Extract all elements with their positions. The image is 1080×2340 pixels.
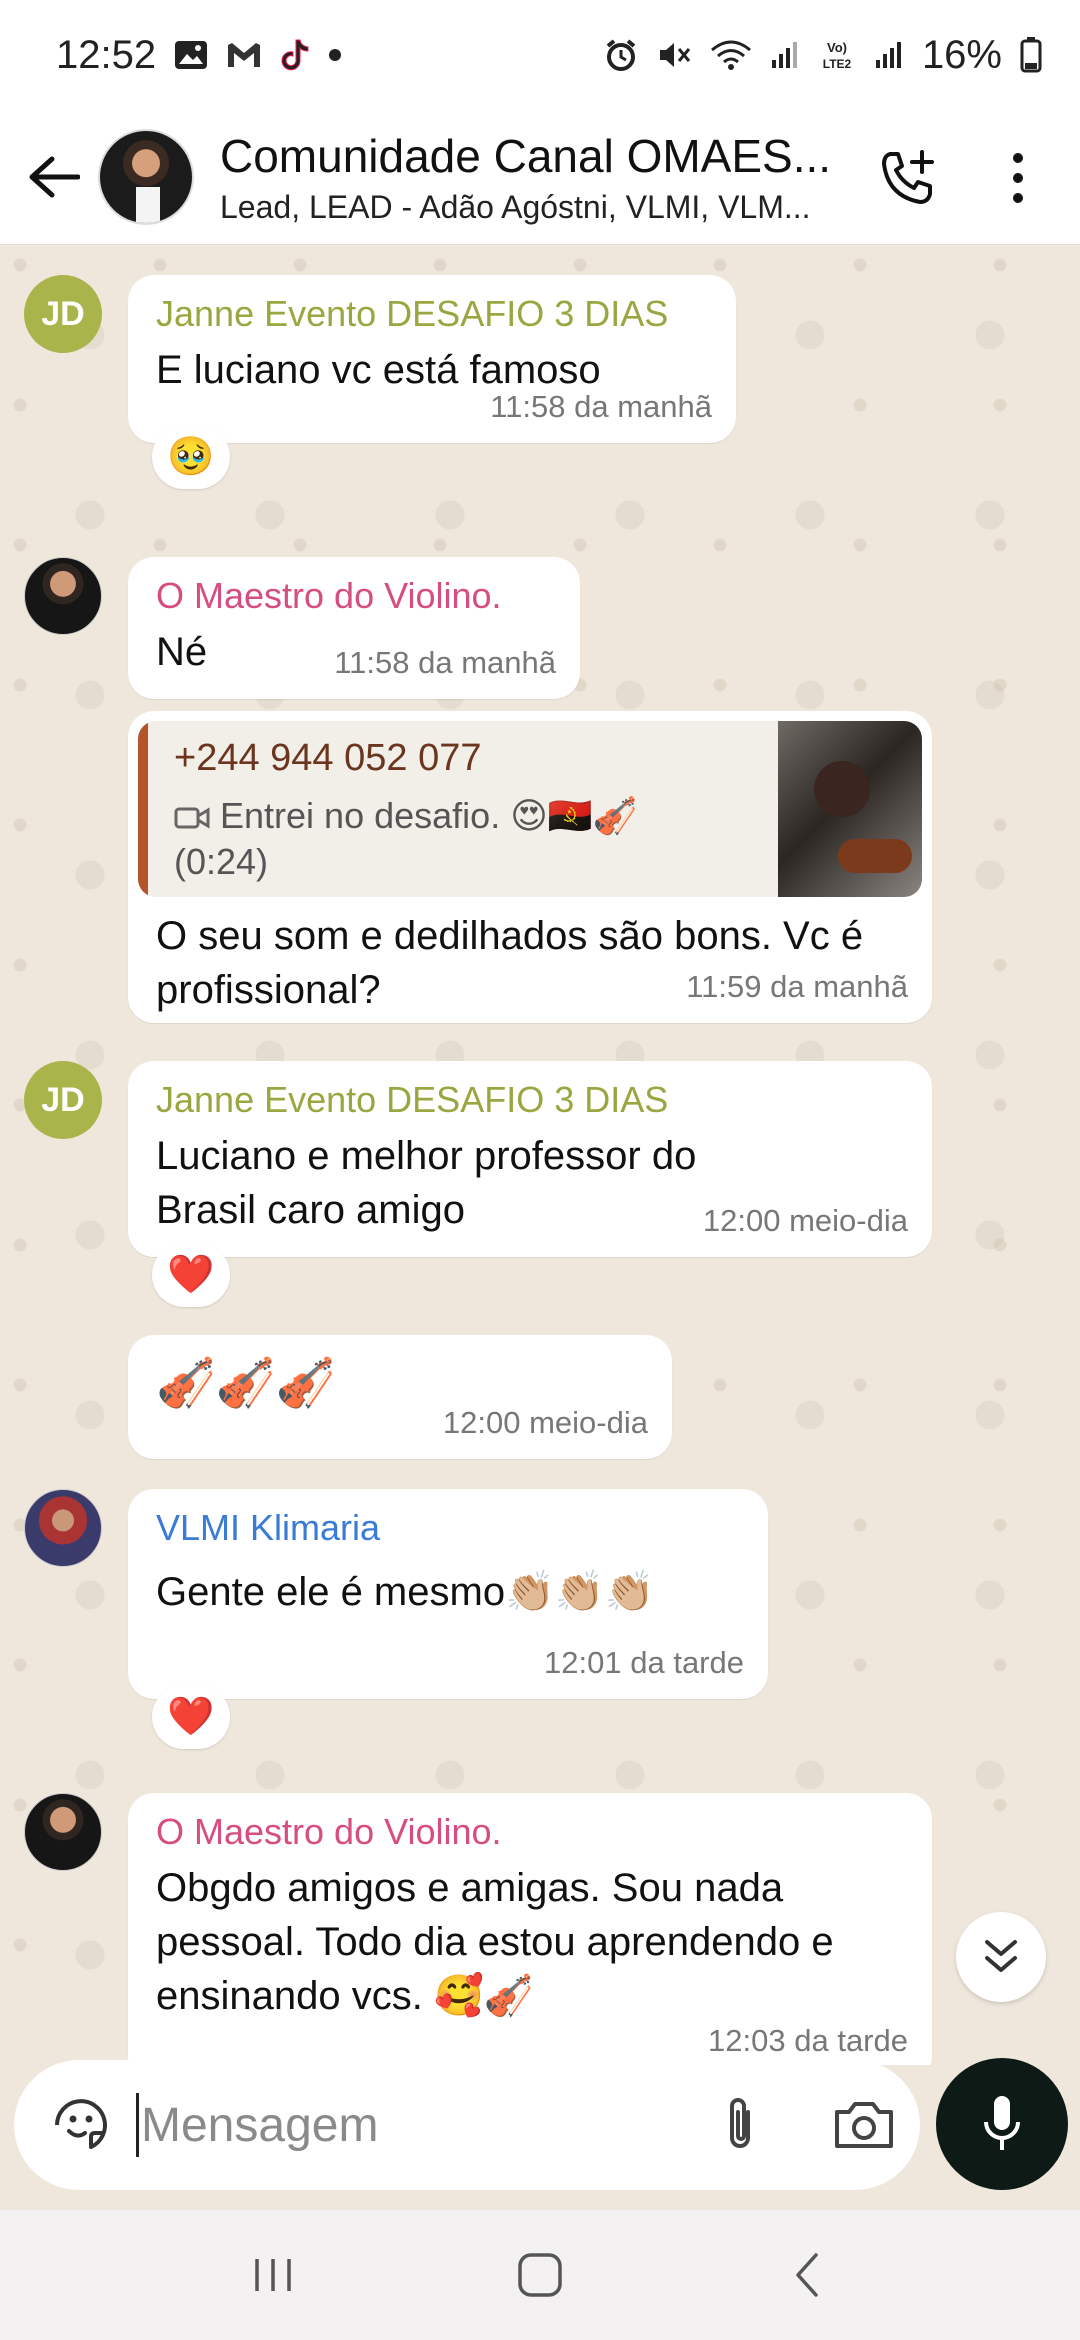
home-icon (518, 2253, 562, 2297)
tiktok-icon (280, 38, 310, 72)
message-text: Obgdo amigos e amigas. Sou nada pessoal.… (156, 1866, 834, 2018)
message-bubble[interactable]: +244 944 052 077 Entrei no desafio. 😍🇦🇴🎻… (128, 711, 932, 1023)
mute-icon (656, 38, 692, 72)
group-title: Comunidade Canal OMAES... (220, 129, 832, 182)
sender-name: O Maestro do Violino. (156, 1811, 502, 1852)
voice-record-button[interactable] (936, 2058, 1068, 2190)
paperclip-icon (730, 2098, 750, 2148)
reaction-badge[interactable]: 🥹 (152, 425, 230, 489)
recents-icon (255, 2259, 292, 2291)
thumbnail-violin (838, 839, 912, 873)
message-bubble[interactable]: VLMI Klimaria Gente ele é mesmo👏🏼👏🏼👏🏼 12… (128, 1489, 768, 1699)
sender-name: Janne Evento DESAFIO 3 DIAS (156, 293, 669, 334)
reaction-badge[interactable]: ❤️ (152, 1243, 230, 1307)
back-nav-button[interactable] (762, 2230, 852, 2320)
microphone-icon (984, 2096, 1020, 2150)
sender-name: VLMI Klimaria (156, 1507, 381, 1548)
sender-name: O Maestro do Violino. (156, 575, 502, 616)
attach-button[interactable] (700, 2084, 780, 2164)
message-bubble[interactable]: 🎻🎻🎻 12:00 meio-dia (128, 1335, 672, 1459)
wifi-icon (710, 38, 752, 72)
home-button[interactable] (495, 2230, 585, 2320)
sender-name: Janne Evento DESAFIO 3 DIAS (156, 1079, 669, 1120)
quoted-duration: (0:24) (174, 841, 269, 882)
message-bubble[interactable]: Janne Evento DESAFIO 3 DIAS E luciano vc… (128, 275, 736, 443)
video-icon (174, 807, 210, 829)
battery-percent: 16% (921, 32, 1002, 77)
more-vert-icon (1013, 153, 1023, 203)
thumbnail-person (814, 761, 870, 817)
status-right: Vo) LTE2 16% (604, 33, 1042, 78)
message-input[interactable] (141, 2097, 701, 2153)
sticker-icon (55, 2099, 107, 2149)
camera-icon (835, 2102, 893, 2148)
recents-button[interactable] (228, 2230, 318, 2320)
message-text: 🎻🎻🎻 (156, 1357, 336, 1410)
camera-button[interactable] (824, 2084, 904, 2164)
svg-text:LTE2: LTE2 (823, 57, 852, 71)
quoted-author: +244 944 052 077 (174, 737, 482, 779)
phone-plus-icon (882, 150, 934, 204)
message-text: Luciano e melhor professor do Brasil car… (156, 1134, 697, 1232)
message-bubble[interactable]: Janne Evento DESAFIO 3 DIAS Luciano e me… (128, 1061, 932, 1257)
signal-icon (874, 40, 904, 70)
chat-header: Comunidade Canal OMAES... Lead, LEAD - A… (0, 110, 1080, 245)
message-time: 11:58 da manhã (490, 389, 712, 424)
text-caret (136, 2093, 139, 2157)
video-thumbnail (778, 721, 922, 897)
status-bar: 12:52 Vo) LTE2 16% (0, 0, 1080, 110)
status-left: 12:52 (56, 33, 342, 78)
message-time: 12:03 da tarde (708, 2023, 908, 2058)
message-composer (14, 2060, 920, 2190)
message-bubble[interactable]: O Maestro do Violino. Obgdo amigos e ami… (128, 1793, 932, 2065)
double-chevron-down-icon (985, 1940, 1017, 1972)
svg-text:Vo): Vo) (827, 40, 847, 55)
signal-icon (770, 40, 800, 70)
message-time: 11:58 da manhã (334, 645, 556, 680)
clock: 12:52 (56, 32, 157, 77)
back-chevron-icon (795, 2253, 818, 2297)
scroll-to-bottom-button[interactable] (956, 1912, 1046, 2002)
sticker-button[interactable] (36, 2080, 126, 2170)
chat-area[interactable]: JD Janne Evento DESAFIO 3 DIAS E luciano… (0, 245, 1080, 2065)
gallery-icon (174, 40, 208, 70)
reaction-emoji: ❤️ (167, 1696, 215, 1738)
battery-icon (1020, 37, 1042, 73)
reaction-emoji: ❤️ (167, 1254, 215, 1296)
add-call-button[interactable] (868, 138, 948, 218)
quoted-caption: Entrei no desafio. 😍🇦🇴🎻 (220, 795, 638, 836)
avatar-initials: JD (41, 294, 85, 333)
message-bubble[interactable]: O Maestro do Violino. Né 11:58 da manhã (128, 557, 580, 699)
back-arrow-icon (29, 156, 80, 198)
header-text[interactable]: Comunidade Canal OMAES... Lead, LEAD - A… (220, 129, 860, 226)
avatar[interactable] (24, 1489, 102, 1567)
group-avatar[interactable] (98, 129, 194, 225)
message-text: Gente ele é mesmo👏🏼👏🏼👏🏼 (156, 1570, 655, 1614)
message-time: 12:01 da tarde (544, 1645, 744, 1680)
gmail-icon (226, 41, 262, 69)
avatar[interactable] (24, 557, 102, 635)
message-time: 12:00 meio-dia (442, 1405, 648, 1440)
quoted-message[interactable]: +244 944 052 077 Entrei no desafio. 😍🇦🇴🎻… (138, 721, 922, 897)
avatar[interactable]: JD (24, 275, 102, 353)
message-time: 12:00 meio-dia (702, 1203, 908, 1238)
avatar-initials: JD (41, 1080, 85, 1119)
system-nav-bar (0, 2210, 1080, 2340)
quoted-text: Entrei no desafio. 😍🇦🇴🎻 (0:24) (174, 793, 714, 885)
more-options-button[interactable] (988, 138, 1048, 218)
alarm-icon (604, 38, 638, 72)
back-button[interactable] (14, 127, 94, 227)
avatar[interactable] (24, 1793, 102, 1871)
dot-icon (328, 48, 342, 62)
message-time: 11:59 da manhã (686, 969, 908, 1004)
group-members: Lead, LEAD - Adão Agóstni, VLMI, VLM... (220, 188, 811, 225)
volte-icon: Vo) LTE2 (818, 38, 856, 72)
reaction-badge[interactable]: ❤️ (152, 1685, 230, 1749)
quote-accent-bar (138, 721, 148, 897)
avatar[interactable]: JD (24, 1061, 102, 1139)
reaction-emoji: 🥹 (167, 436, 215, 478)
